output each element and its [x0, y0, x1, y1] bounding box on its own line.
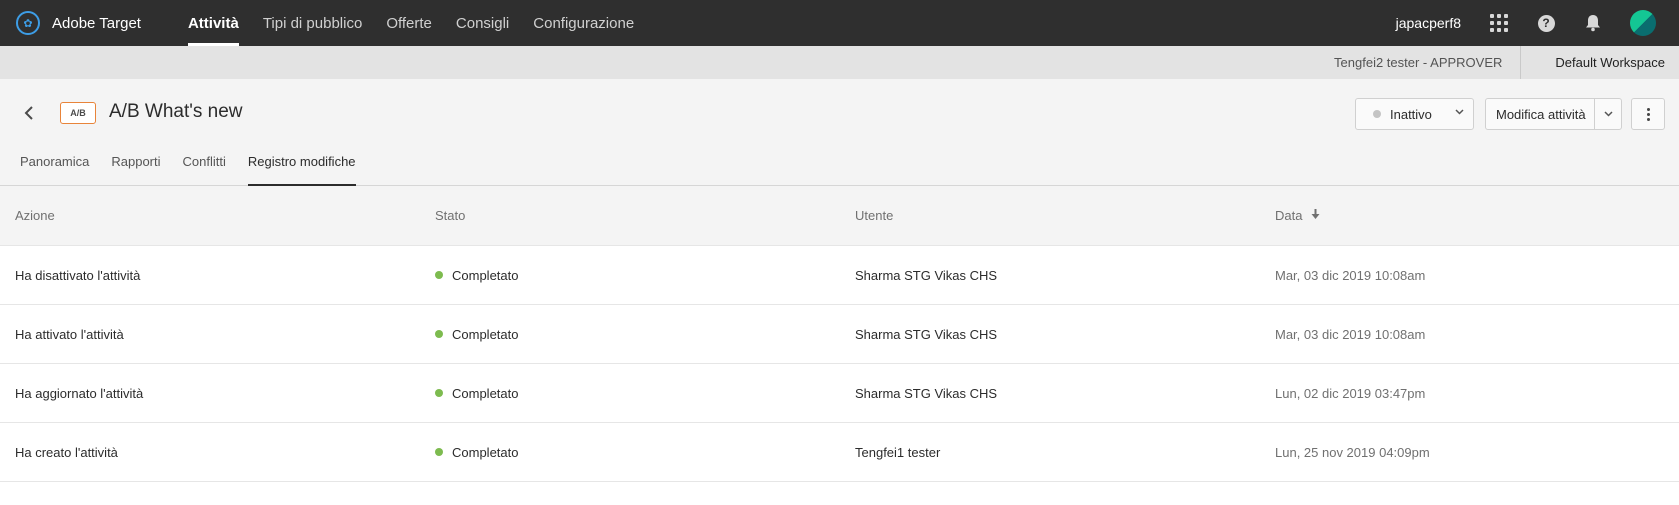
user-avatar[interactable] — [1630, 10, 1656, 36]
table-row: Ha aggiornato l'attività Completato Shar… — [0, 364, 1679, 423]
status-dropdown[interactable]: Inattivo — [1355, 98, 1474, 130]
main-nav: Attività Tipi di pubblico Offerte Consig… — [176, 0, 646, 46]
table-row: Ha creato l'attività Completato Tengfei1… — [0, 423, 1679, 482]
workspace-bar: Tengfei2 tester - APPROVER Default Works… — [0, 46, 1679, 79]
help-icon[interactable]: ? — [1536, 13, 1556, 33]
column-header-user[interactable]: Utente — [840, 208, 1260, 223]
app-logo[interactable]: ✿ Adobe Target — [16, 11, 141, 35]
nav-item-attivita[interactable]: Attività — [176, 0, 251, 46]
tab-registro-modifiche[interactable]: Registro modifiche — [247, 154, 356, 186]
status-value: Inattivo — [1390, 106, 1432, 122]
table-header: Azione Stato Utente Data — [0, 186, 1679, 246]
username[interactable]: japacperf8 — [1396, 15, 1461, 31]
app-name: Adobe Target — [52, 14, 141, 32]
action-cell: Ha attivato l'attività — [15, 326, 124, 342]
user-role: Tengfei2 tester - APPROVER — [1334, 46, 1522, 79]
date-cell: Mar, 03 dic 2019 10:08am — [1275, 326, 1426, 342]
column-header-date[interactable]: Data — [1260, 208, 1679, 223]
action-cell: Ha creato l'attività — [15, 444, 118, 460]
activity-header: A/B A/B What's new Inattivo Modifica att… — [0, 79, 1679, 186]
column-header-date-label: Data — [1275, 208, 1303, 223]
status-text: Completato — [452, 385, 519, 401]
bell-icon[interactable] — [1583, 13, 1603, 33]
status-cell: Completato — [420, 268, 840, 283]
nav-item-offerte[interactable]: Offerte — [374, 0, 444, 46]
top-navigation-bar: ✿ Adobe Target Attività Tipi di pubblico… — [0, 0, 1679, 46]
more-options-icon[interactable] — [1631, 98, 1665, 130]
edit-activity-button[interactable]: Modifica attività — [1486, 99, 1595, 129]
adobe-target-logo-icon: ✿ — [16, 11, 40, 35]
column-header-status[interactable]: Stato — [420, 208, 840, 223]
tab-conflitti[interactable]: Conflitti — [183, 154, 226, 186]
activity-tabs: Panoramica Rapporti Conflitti Registro m… — [20, 154, 378, 186]
date-cell: Lun, 02 dic 2019 03:47pm — [1275, 385, 1426, 401]
completed-status-dot — [435, 330, 443, 338]
user-cell: Tengfei1 tester — [855, 444, 941, 460]
date-cell: Mar, 03 dic 2019 10:08am — [1275, 267, 1426, 283]
back-icon[interactable] — [20, 101, 38, 125]
status-text: Completato — [452, 267, 519, 283]
table-row: Ha disattivato l'attività Completato Sha… — [0, 246, 1679, 305]
sort-descending-icon[interactable] — [1311, 208, 1320, 223]
nav-item-configurazione[interactable]: Configurazione — [521, 0, 646, 46]
activity-type-badge: A/B — [60, 102, 96, 124]
status-cell: Completato — [420, 445, 840, 460]
date-cell: Lun, 25 nov 2019 04:09pm — [1275, 444, 1430, 460]
top-right-controls: japacperf8 ? — [1396, 0, 1679, 46]
tab-panoramica[interactable]: Panoramica — [20, 154, 89, 186]
user-cell: Sharma STG Vikas CHS — [855, 267, 998, 283]
workspace-selector[interactable]: Default Workspace — [1521, 46, 1679, 79]
status-text: Completato — [452, 326, 519, 342]
inactive-status-dot — [1373, 110, 1381, 118]
edit-activity-split-button: Modifica attività — [1485, 98, 1622, 130]
completed-status-dot — [435, 448, 443, 456]
table-row: Ha attivato l'attività Completato Sharma… — [0, 305, 1679, 364]
change-log-table: Azione Stato Utente Data Ha disattivato … — [0, 186, 1679, 482]
user-cell: Sharma STG Vikas CHS — [855, 326, 998, 342]
completed-status-dot — [435, 271, 443, 279]
nav-item-tipi-di-pubblico[interactable]: Tipi di pubblico — [251, 0, 375, 46]
user-cell: Sharma STG Vikas CHS — [855, 385, 998, 401]
completed-status-dot — [435, 389, 443, 397]
action-cell: Ha disattivato l'attività — [15, 267, 141, 283]
chevron-down-icon — [1455, 107, 1464, 118]
page-title: A/B What's new — [109, 101, 243, 122]
action-cell: Ha aggiornato l'attività — [15, 385, 144, 401]
tab-rapporti[interactable]: Rapporti — [111, 154, 160, 186]
nav-item-consigli[interactable]: Consigli — [444, 0, 521, 46]
column-header-action[interactable]: Azione — [0, 208, 420, 223]
status-cell: Completato — [420, 386, 840, 401]
status-text: Completato — [452, 444, 519, 460]
apps-grid-icon[interactable] — [1489, 13, 1509, 33]
status-cell: Completato — [420, 327, 840, 342]
edit-options-chevron-down-icon[interactable] — [1595, 99, 1621, 129]
